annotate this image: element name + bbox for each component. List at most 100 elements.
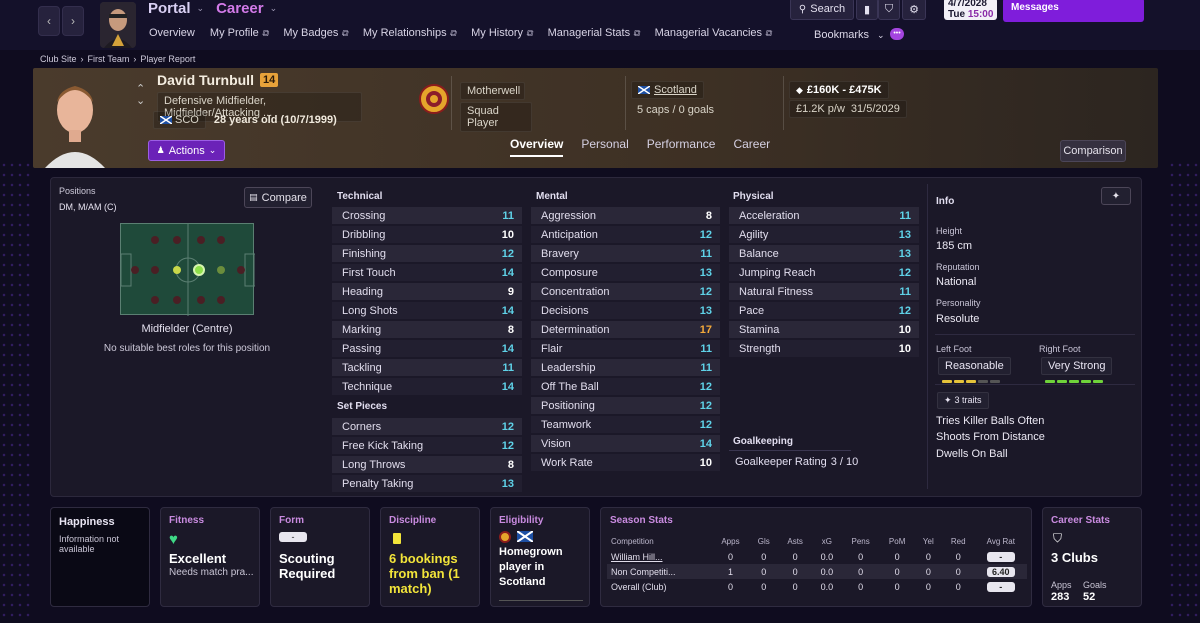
actions-button[interactable]: ♟ Actions ⌄ (148, 140, 225, 161)
nav-my-history[interactable]: My History ⧉ (471, 27, 532, 39)
crumb-club-site[interactable]: Club Site (40, 54, 77, 64)
mental-attributes: Aggression 8 Anticipation 12 Bravery 11 Compos… (531, 207, 720, 473)
tab-career[interactable]: Career (733, 137, 770, 157)
attribute-row[interactable]: Positioning 12 (531, 397, 720, 414)
attribute-row[interactable]: Leadership 11 (531, 359, 720, 376)
position-pitch[interactable] (120, 223, 255, 316)
chevron-down-icon[interactable]: ⌄ (270, 3, 278, 14)
nationality-badge[interactable]: SCO (153, 111, 206, 129)
tab-personal[interactable]: Personal (581, 137, 628, 157)
attribute-row[interactable]: Corners 12 (332, 418, 522, 435)
nav-managerial-stats[interactable]: Managerial Stats ⧉ (548, 27, 640, 39)
attribute-value: 8 (507, 323, 514, 336)
national-team-link[interactable]: Scotland (631, 81, 704, 99)
forward-button[interactable]: › (62, 6, 84, 36)
career-title[interactable]: Career (216, 0, 264, 17)
traits-badge[interactable]: ✦ 3 traits (937, 392, 989, 409)
attribute-row[interactable]: Strength 10 (729, 340, 919, 357)
portal-title[interactable]: Portal (148, 0, 191, 17)
bookmarks-dropdown[interactable]: Bookmarks ⌄ (814, 29, 885, 41)
attribute-row[interactable]: Long Throws 8 (332, 456, 522, 473)
attribute-row[interactable]: Anticipation 12 (531, 226, 720, 243)
attribute-row[interactable]: Composure 13 (531, 264, 720, 281)
eligibility-card[interactable]: Eligibility Homegrown player in Scotland (490, 507, 590, 607)
average-rating: - (975, 549, 1027, 564)
season-stats-row[interactable]: Non Competiti... 1 0 0 0.0 0 0 0 0 6.40 (607, 564, 1027, 579)
stat-cell: 0 (792, 551, 798, 562)
compare-button[interactable]: ▤ Compare (244, 187, 312, 208)
roles-note: No suitable best roles for this position (103, 343, 271, 354)
player-tabs: Overview Personal Performance Career (510, 137, 770, 157)
info-settings-button[interactable]: ✦ (1101, 187, 1131, 205)
season-stats-header: Avg Rat (986, 537, 1015, 546)
attribute-row[interactable]: Flair 11 (531, 340, 720, 357)
attribute-row[interactable]: Penalty Taking 13 (332, 475, 522, 492)
attribute-row[interactable]: Technique 14 (332, 378, 522, 395)
season-stats-card[interactable]: Season Stats Competition Apps Gls Asts xG Pen… (600, 507, 1032, 607)
trait-item: Tries Killer Balls Often (936, 415, 1045, 427)
attribute-row[interactable]: Tackling 11 (332, 359, 522, 376)
happiness-card[interactable]: Happiness Information not available (50, 507, 150, 607)
season-stats-row[interactable]: Overall (Club) 0 0 0 0.0 0 0 0 0 - (607, 579, 1027, 594)
club-crest-icon[interactable] (419, 84, 449, 114)
attribute-row[interactable]: Acceleration 11 (729, 207, 919, 224)
nav-managerial-vacancies[interactable]: Managerial Vacancies ⧉ (655, 27, 772, 39)
messages-button[interactable]: Messages (1003, 0, 1144, 22)
set-piece-attributes: Corners 12 Free Kick Taking 12 Long Throws 8 P… (332, 418, 522, 494)
tab-performance[interactable]: Performance (647, 137, 716, 157)
attribute-row[interactable]: Pace 12 (729, 302, 919, 319)
career-stats-card[interactable]: Career Stats ⛉ 3 Clubs Apps 283 Goals 52 (1042, 507, 1142, 607)
tab-overview[interactable]: Overview (510, 137, 564, 157)
attribute-row[interactable]: Decisions 13 (531, 302, 720, 319)
chat-icon[interactable]: ••• (890, 28, 904, 40)
attribute-row[interactable]: Aggression 8 (531, 207, 720, 224)
attribute-row[interactable]: Stamina 10 (729, 321, 919, 338)
chevron-up-icon[interactable]: ⌃ (136, 83, 145, 95)
attribute-row[interactable]: Balance 13 (729, 245, 919, 262)
form-card[interactable]: Form - Scouting Required (270, 507, 370, 607)
attribute-row[interactable]: Heading 9 (332, 283, 522, 300)
attribute-row[interactable]: Marking 8 (332, 321, 522, 338)
back-button[interactable]: ‹ (38, 6, 60, 36)
attribute-row[interactable]: Agility 13 (729, 226, 919, 243)
attribute-row[interactable]: Dribbling 10 (332, 226, 522, 243)
comparison-button[interactable]: Comparison (1060, 140, 1126, 162)
bookmark-tool-button[interactable]: ▮ (856, 0, 878, 20)
chevron-down-icon[interactable]: ⌄ (136, 95, 145, 107)
attribute-row[interactable]: Crossing 11 (332, 207, 522, 224)
nav-overview[interactable]: Overview (149, 27, 195, 39)
club-name[interactable]: Motherwell (460, 82, 525, 100)
fitness-card[interactable]: Fitness ♥ Excellent Needs match pra... (160, 507, 260, 607)
attribute-row[interactable]: Vision 14 (531, 435, 720, 452)
crumb-first-team[interactable]: First Team (88, 54, 130, 64)
player-switcher[interactable]: ⌃ ⌄ (136, 83, 145, 107)
crumb-player-report[interactable]: Player Report (140, 54, 195, 64)
attribute-row[interactable]: Long Shots 14 (332, 302, 522, 319)
attribute-row[interactable]: First Touch 14 (332, 264, 522, 281)
attribute-row[interactable]: Finishing 12 (332, 245, 522, 262)
season-stats-header: xG (821, 537, 833, 546)
discipline-card[interactable]: Discipline 6 bookings from ban (1 match) (380, 507, 480, 607)
attribute-row[interactable]: Concentration 12 (531, 283, 720, 300)
attribute-row[interactable]: Natural Fitness 11 (729, 283, 919, 300)
attribute-row[interactable]: Teamwork 12 (531, 416, 720, 433)
attribute-row[interactable]: Jumping Reach 12 (729, 264, 919, 281)
date-display[interactable]: 4/7/2028 Tue 15:00 (944, 0, 998, 20)
attribute-row[interactable]: Bravery 11 (531, 245, 720, 262)
settings-button[interactable]: ⚙ (902, 0, 926, 20)
nav-my-relationships[interactable]: My Relationships ⧉ (363, 27, 456, 39)
attribute-row[interactable]: Free Kick Taking 12 (332, 437, 522, 454)
attribute-row[interactable]: Passing 14 (332, 340, 522, 357)
technical-attributes: Crossing 11 Dribbling 10 Finishing 12 First To… (332, 207, 522, 397)
search-button[interactable]: ⚲ Search (790, 0, 854, 20)
nav-my-badges[interactable]: My Badges ⧉ (283, 27, 347, 39)
club-tool-button[interactable]: ⛉ (878, 0, 900, 20)
chevron-down-icon[interactable]: ⌄ (197, 3, 205, 14)
manager-avatar[interactable] (100, 2, 136, 48)
external-link-icon: ⧉ (261, 27, 269, 38)
nav-my-profile[interactable]: My Profile ⧉ (210, 27, 268, 39)
attribute-row[interactable]: Determination 17 (531, 321, 720, 338)
attribute-row[interactable]: Work Rate 10 (531, 454, 720, 471)
attribute-row[interactable]: Off The Ball 12 (531, 378, 720, 395)
season-stats-row[interactable]: William Hill... 0 0 0 0.0 0 0 0 0 - (607, 549, 1027, 564)
